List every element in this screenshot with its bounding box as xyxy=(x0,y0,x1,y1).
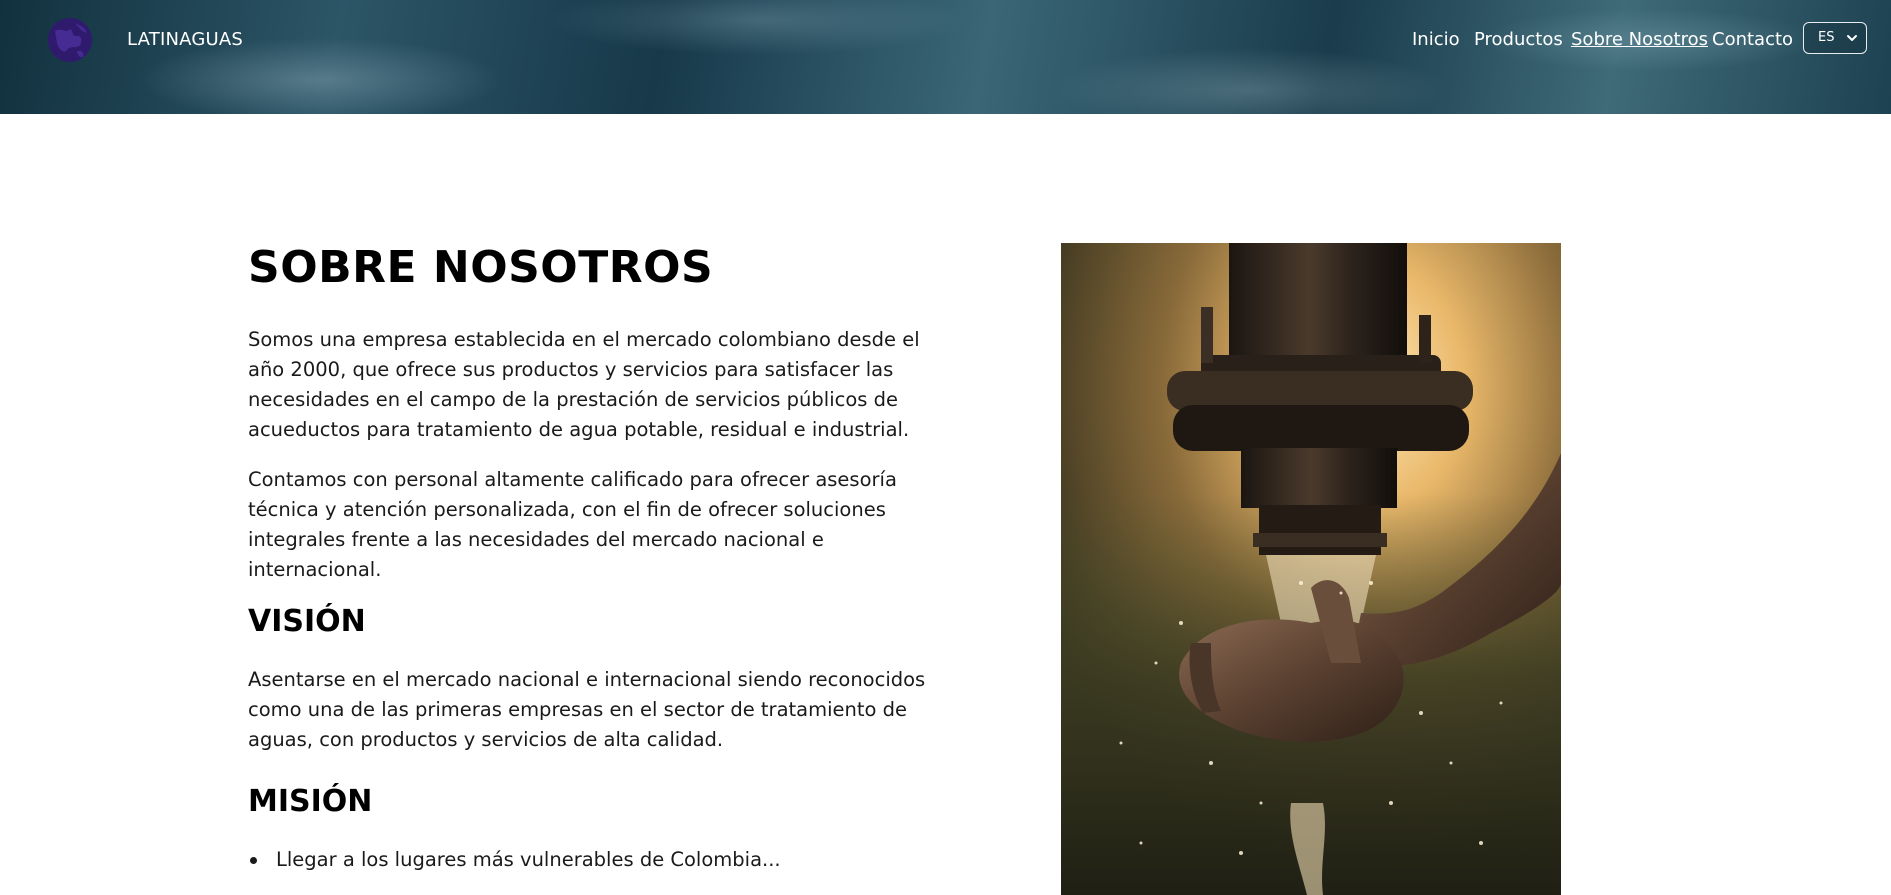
language-select[interactable]: ES xyxy=(1803,22,1867,54)
nav-contacto[interactable]: Contacto xyxy=(1712,29,1793,50)
mision-heading: MISIÓN xyxy=(248,784,373,819)
nav-inicio[interactable]: Inicio xyxy=(1412,29,1460,50)
chevron-down-icon xyxy=(1847,35,1857,41)
vision-heading: VISIÓN xyxy=(248,604,366,639)
water-hand-photo xyxy=(1061,243,1561,895)
page-title: SOBRE NOSOTROS xyxy=(248,242,714,293)
nav-productos[interactable]: Productos xyxy=(1474,29,1563,50)
nav-sobre-nosotros[interactable]: Sobre Nosotros xyxy=(1571,29,1708,50)
intro-paragraph-1: Somos una empresa establecida en el merc… xyxy=(248,328,920,441)
mision-item: Llegar a los lugares más vulnerables de … xyxy=(248,845,781,875)
water-hand-illustration xyxy=(1061,243,1561,895)
site-header: LATINAGUAS Inicio Productos Sobre Nosotr… xyxy=(0,0,1891,114)
intro-paragraph-2: Contamos con personal altamente califica… xyxy=(248,468,897,581)
mision-list: Llegar a los lugares más vulnerables de … xyxy=(248,845,781,875)
brand-name[interactable]: LATINAGUAS xyxy=(127,29,243,50)
globe-logo-icon[interactable] xyxy=(47,17,93,63)
vision-text: Asentarse en el mercado nacional e inter… xyxy=(248,668,926,751)
language-value: ES xyxy=(1818,30,1835,45)
